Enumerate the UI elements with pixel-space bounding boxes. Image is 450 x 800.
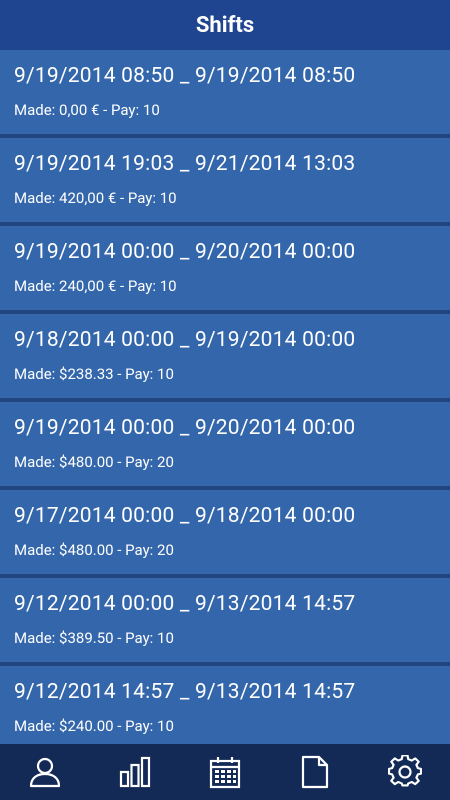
shift-date-range: 9/19/2014 19:03 _ 9/21/2014 13:03	[14, 152, 356, 176]
list-item[interactable]: 9/19/2014 00:00 _ 9/20/2014 00:00 Made: …	[0, 402, 450, 490]
bar-chart-icon	[119, 756, 151, 788]
shift-date-range: 9/12/2014 00:00 _ 9/13/2014 14:57	[14, 592, 356, 616]
shift-date-range: 9/12/2014 14:57 _ 9/13/2014 14:57	[14, 680, 356, 704]
tab-settings[interactable]	[360, 744, 450, 800]
tab-calendar[interactable]	[180, 744, 270, 800]
shift-earnings: Made: $238.33 - Pay: 10	[14, 365, 174, 383]
shift-earnings: Made: $240.00 - Pay: 10	[14, 717, 174, 735]
shift-earnings: Made: $480.00 - Pay: 20	[14, 541, 174, 559]
list-item[interactable]: 9/19/2014 00:00 _ 9/20/2014 00:00 Made: …	[0, 226, 450, 314]
tab-profile[interactable]	[0, 744, 90, 800]
list-item[interactable]: 9/18/2014 00:00 _ 9/19/2014 00:00 Made: …	[0, 314, 450, 402]
shift-earnings: Made: 240,00 € - Pay: 10	[14, 277, 177, 295]
shift-earnings: Made: $389.50 - Pay: 10	[14, 629, 174, 647]
bottom-tab-bar	[0, 744, 450, 800]
shift-list[interactable]: 9/19/2014 08:50 _ 9/19/2014 08:50 Made: …	[0, 50, 450, 744]
shift-earnings: Made: $480.00 - Pay: 20	[14, 453, 174, 471]
shift-date-range: 9/19/2014 00:00 _ 9/20/2014 00:00	[14, 416, 356, 440]
list-item[interactable]: 9/19/2014 19:03 _ 9/21/2014 13:03 Made: …	[0, 138, 450, 226]
app-header: Shifts	[0, 0, 450, 51]
page-title: Shifts	[195, 12, 255, 38]
tab-documents[interactable]	[270, 744, 360, 800]
shift-date-range: 9/18/2014 00:00 _ 9/19/2014 00:00	[14, 328, 356, 352]
tab-statistics[interactable]	[90, 744, 180, 800]
shift-earnings: Made: 420,00 € - Pay: 10	[14, 189, 177, 207]
shift-date-range: 9/17/2014 00:00 _ 9/18/2014 00:00	[14, 504, 356, 528]
list-item[interactable]: 9/19/2014 08:50 _ 9/19/2014 08:50 Made: …	[0, 50, 450, 138]
shift-date-range: 9/19/2014 08:50 _ 9/19/2014 08:50	[14, 64, 356, 88]
list-item[interactable]: 9/17/2014 00:00 _ 9/18/2014 00:00 Made: …	[0, 490, 450, 578]
settings-gear-icon	[388, 755, 422, 787]
shift-date-range: 9/19/2014 00:00 _ 9/20/2014 00:00	[14, 240, 356, 264]
list-item[interactable]: 9/12/2014 00:00 _ 9/13/2014 14:57 Made: …	[0, 578, 450, 666]
user-icon	[29, 757, 61, 788]
document-icon	[301, 755, 329, 789]
list-item[interactable]: 9/12/2014 14:57 _ 9/13/2014 14:57 Made: …	[0, 666, 450, 744]
shift-earnings: Made: 0,00 € - Pay: 10	[14, 101, 160, 119]
calendar-icon	[209, 757, 241, 789]
